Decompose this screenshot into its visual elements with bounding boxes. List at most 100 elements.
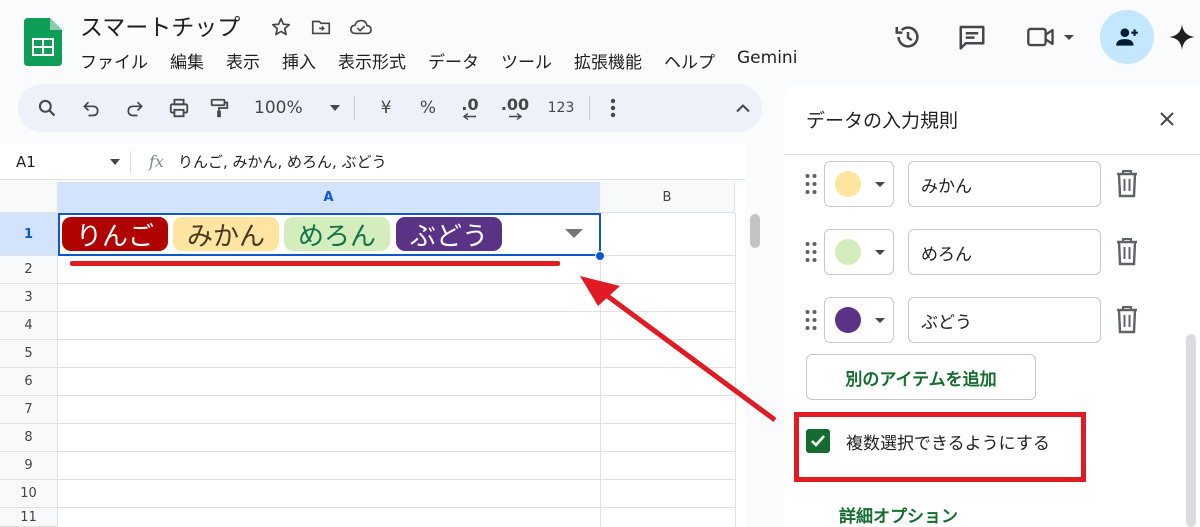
color-swatch: [835, 239, 861, 265]
move-folder-icon[interactable]: [308, 14, 334, 40]
sheets-window: スマートチップ ファイル 編集 表示 挿入 表示形式 データ ツール 拡張機能 …: [0, 0, 1200, 527]
trash-icon[interactable]: [1114, 168, 1140, 198]
drag-handle-icon[interactable]: [804, 240, 818, 264]
toolbar-divider: [354, 96, 355, 120]
menu-tools[interactable]: ツール: [501, 48, 552, 73]
color-swatch: [835, 307, 861, 333]
grid-line: [58, 367, 735, 368]
advanced-options-link[interactable]: 詳細オプション: [839, 502, 958, 527]
menu-file[interactable]: ファイル: [80, 48, 148, 73]
arrow-left-icon: [463, 112, 476, 120]
panel-scrollbar-thumb[interactable]: [1186, 334, 1196, 527]
item-value-input[interactable]: ぶどう: [908, 297, 1101, 343]
chevron-down-icon: [875, 181, 885, 187]
trash-icon[interactable]: [1114, 236, 1140, 266]
comments-icon[interactable]: [948, 13, 996, 61]
selected-cell-a1[interactable]: [58, 213, 601, 256]
decrease-decimal-label: .0: [461, 94, 479, 114]
decrease-decimal-button[interactable]: .0: [453, 91, 487, 125]
item-value-input[interactable]: みかん: [908, 161, 1101, 207]
print-icon[interactable]: [162, 91, 196, 125]
chevron-down-icon: [1064, 34, 1074, 40]
star-icon[interactable]: [268, 14, 294, 40]
menu-view[interactable]: 表示: [226, 48, 260, 73]
main-toolbar: 100% ¥ % .0 .00 123: [18, 84, 762, 132]
menu-format[interactable]: 表示形式: [338, 48, 406, 73]
row-header-8[interactable]: 8: [0, 424, 58, 452]
meet-video-icon[interactable]: [1018, 13, 1082, 61]
zoom-select[interactable]: 100%: [254, 91, 340, 125]
item-value-input[interactable]: めろん: [908, 229, 1101, 275]
gemini-sparkle-icon[interactable]: [1164, 13, 1200, 61]
grid-scrollbar-thumb[interactable]: [750, 214, 760, 248]
close-icon[interactable]: [1152, 104, 1182, 134]
grid-line: [58, 451, 735, 452]
app-header: スマートチップ ファイル 編集 表示 挿入 表示形式 データ ツール 拡張機能 …: [0, 0, 1200, 80]
row-header-3[interactable]: 3: [0, 284, 58, 312]
grid-line: [58, 339, 735, 340]
item-color-picker[interactable]: [824, 161, 894, 207]
chevron-down-icon: [875, 317, 885, 323]
add-item-button[interactable]: 別のアイテムを追加: [806, 354, 1036, 400]
grid-line: [58, 423, 735, 424]
annotation-underline: [70, 261, 560, 266]
item-color-picker[interactable]: [824, 229, 894, 275]
select-all-corner[interactable]: [0, 182, 58, 213]
row-header-1[interactable]: 1: [0, 213, 58, 256]
row-header-2[interactable]: 2: [0, 256, 58, 284]
row-header-4[interactable]: 4: [0, 312, 58, 340]
dropdown-item-row: ぶどう: [784, 290, 1200, 350]
row-header-11[interactable]: 11: [0, 508, 58, 527]
share-button[interactable]: [1100, 10, 1154, 64]
row-header-6[interactable]: 6: [0, 368, 58, 396]
increase-decimal-button[interactable]: .00: [495, 91, 535, 125]
title-actions: [268, 14, 374, 40]
collapse-toolbar-icon[interactable]: [728, 91, 758, 125]
row-header-5[interactable]: 5: [0, 340, 58, 368]
grid-line: [58, 479, 735, 480]
menu-help[interactable]: ヘルプ: [664, 48, 715, 73]
paint-format-icon[interactable]: [202, 91, 236, 125]
formula-input[interactable]: りんご, みかん, めろん, ぶどう: [178, 151, 387, 172]
document-title[interactable]: スマートチップ: [80, 8, 240, 42]
percent-format-button[interactable]: %: [411, 91, 445, 125]
version-history-icon[interactable]: [884, 13, 932, 61]
menu-bar: ファイル 編集 表示 挿入 表示形式 データ ツール 拡張機能 ヘルプ Gemi…: [80, 48, 819, 73]
fill-handle[interactable]: [595, 251, 605, 261]
row-header-9[interactable]: 9: [0, 452, 58, 480]
sheets-logo-icon[interactable]: [24, 18, 62, 66]
arrow-right-icon: [509, 112, 522, 120]
search-menus-icon[interactable]: [30, 91, 64, 125]
fx-icon: fx: [149, 152, 164, 171]
add-person-icon: [1116, 28, 1138, 46]
grid-line: [58, 311, 735, 312]
cloud-saved-icon[interactable]: [348, 14, 374, 40]
menu-insert[interactable]: 挿入: [282, 48, 316, 73]
number-format-button[interactable]: 123: [541, 91, 581, 125]
menu-gemini[interactable]: Gemini: [737, 48, 797, 73]
redo-icon[interactable]: [118, 91, 152, 125]
grid-line: [58, 283, 735, 284]
formula-bar-divider: [130, 150, 131, 173]
drag-handle-icon[interactable]: [804, 172, 818, 196]
row-header-10[interactable]: 10: [0, 480, 58, 508]
name-box[interactable]: A1: [0, 153, 130, 171]
menu-data[interactable]: データ: [428, 48, 479, 73]
menu-edit[interactable]: 編集: [170, 48, 204, 73]
panel-title: データの入力規則: [806, 110, 959, 132]
row-header-7[interactable]: 7: [0, 396, 58, 424]
currency-format-button[interactable]: ¥: [369, 91, 403, 125]
formula-bar: A1 fx りんご, みかん, めろん, ぶどう: [0, 144, 745, 180]
drag-handle-icon[interactable]: [804, 308, 818, 332]
item-color-picker[interactable]: [824, 297, 894, 343]
column-header-b[interactable]: B: [600, 182, 735, 213]
trash-icon[interactable]: [1114, 304, 1140, 334]
dropdown-item-row: みかん: [784, 154, 1200, 214]
column-header-a[interactable]: A: [58, 182, 600, 213]
grid-line: [58, 395, 735, 396]
undo-icon[interactable]: [74, 91, 108, 125]
grid-scroll-track[interactable]: [735, 213, 745, 527]
menu-extensions[interactable]: 拡張機能: [574, 48, 642, 73]
more-options-icon[interactable]: [598, 91, 628, 125]
annotation-highlight-box: [794, 412, 1086, 482]
